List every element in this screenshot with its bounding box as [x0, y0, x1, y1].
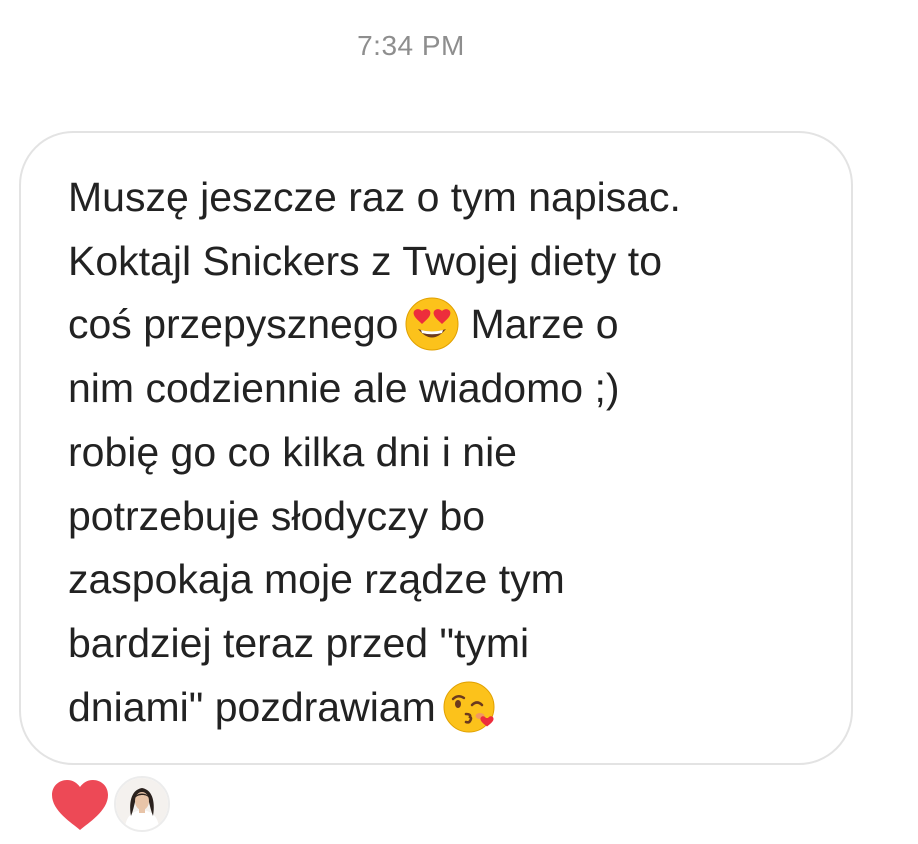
message-line-3: coś przepysznego Marze o	[68, 293, 828, 357]
message-line-2: Koktajl Snickers z Twojej diety to	[68, 237, 662, 284]
message-line-9: dniami" pozdrawiam	[68, 676, 828, 740]
heart-eyes-emoji-icon	[404, 296, 460, 352]
message-line-1: Muszę jeszcze raz o tym napisac.	[68, 174, 681, 220]
message-text-segment: coś przepysznego	[68, 301, 399, 348]
message-line-6: potrzebuje słodyczy bo	[68, 492, 486, 539]
message-line-5: robię go co kilka dni i nie	[68, 428, 517, 475]
heart-icon[interactable]	[50, 778, 110, 832]
message-line-7: zaspokaja moje rządze tym	[68, 556, 565, 603]
message-text-segment: dniami" pozdrawiam	[68, 683, 436, 730]
message-text: Muszę jeszcze raz o tym napisac. Koktajl…	[68, 166, 828, 739]
message-text-segment: Marze o	[470, 301, 619, 348]
message-line-8: bardziej teraz przed "tymi	[68, 619, 530, 666]
kissing-heart-emoji-icon	[442, 678, 498, 734]
profile-avatar[interactable]	[114, 776, 170, 832]
message-line-4: nim codziennie ale wiadomo ;)	[68, 365, 620, 412]
message-timestamp: 7:34 PM	[357, 30, 465, 61]
